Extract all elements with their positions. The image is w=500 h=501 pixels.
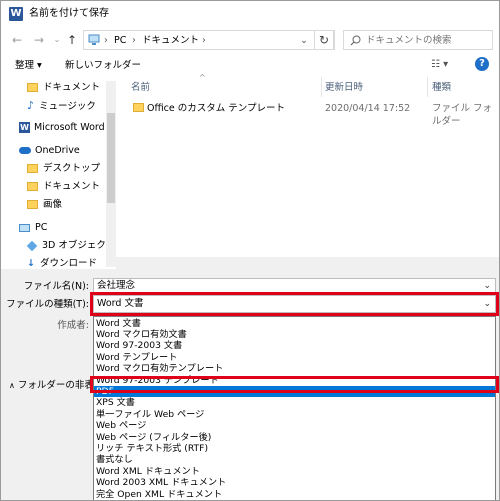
- folder-icon: [27, 182, 38, 191]
- file-row[interactable]: Office のカスタム テンプレート 2020/04/14 17:52 ファイ…: [122, 98, 499, 127]
- horizontal-scrollbar[interactable]: [116, 257, 499, 269]
- filetype-option[interactable]: 単一ファイル Web ページ: [94, 409, 495, 420]
- title-bar[interactable]: W 名前を付けて保存: [1, 1, 499, 27]
- filetype-highlight-frame: [90, 292, 499, 316]
- file-name: Office のカスタム テンプレート: [147, 103, 285, 114]
- help-icon[interactable]: ?: [475, 57, 489, 71]
- crumb-separator: ›: [104, 35, 108, 46]
- filename-label: ファイル名(N):: [23, 281, 89, 292]
- file-type: ファイル フォルダー: [432, 103, 493, 127]
- filetype-option[interactable]: Word テンプレート: [94, 352, 495, 363]
- filetype-option[interactable]: Word 97-2003 文書: [94, 340, 495, 351]
- new-folder-button[interactable]: 新しいフォルダー: [65, 59, 141, 72]
- column-header-name[interactable]: 名前: [131, 81, 150, 94]
- nav-item-documents[interactable]: ドキュメント: [27, 79, 100, 97]
- folder-icon: [133, 103, 144, 112]
- word-app-icon: W: [9, 7, 23, 21]
- filetype-option[interactable]: Word 文書: [94, 318, 495, 329]
- word-icon: W: [19, 122, 30, 133]
- search-box[interactable]: ドキュメントの検索: [343, 30, 493, 50]
- pc-icon: [88, 34, 100, 45]
- download-icon: ↓: [27, 258, 35, 269]
- nav-item-3d-objects[interactable]: 3D オブジェクト: [26, 237, 115, 255]
- filetype-label: ファイルの種類(T):: [6, 299, 89, 310]
- nav-item-microsoft-word[interactable]: W Microsoft Word: [19, 119, 105, 137]
- address-bar[interactable]: › PC › ドキュメント › ⌄: [83, 30, 335, 50]
- column-separator[interactable]: [427, 77, 428, 97]
- search-placeholder: ドキュメントの検索: [366, 35, 452, 46]
- filetype-option[interactable]: Word XML ドキュメント: [94, 466, 495, 477]
- window-title: 名前を付けて保存: [29, 8, 109, 19]
- nav-item-onedrive[interactable]: OneDrive: [19, 142, 80, 160]
- filetype-option[interactable]: Word マクロ有効テンプレート: [94, 363, 495, 374]
- back-arrow-icon[interactable]: ←: [9, 32, 25, 48]
- filetype-option[interactable]: リッチ テキスト形式 (RTF): [94, 443, 495, 454]
- chevron-down-icon[interactable]: ⌄: [483, 279, 491, 293]
- folder-icon: [27, 83, 38, 92]
- folder-icon: [27, 164, 38, 173]
- refresh-button[interactable]: ↻: [314, 30, 334, 50]
- up-arrow-icon[interactable]: ↑: [64, 32, 80, 48]
- nav-item-documents-onedrive[interactable]: ドキュメント: [27, 178, 100, 196]
- filetype-dropdown-list[interactable]: Word 文書 Word マクロ有効文書 Word 97-2003 文書 Word テ…: [93, 316, 496, 500]
- nav-item-desktop[interactable]: デスクトップ: [27, 160, 100, 178]
- pc-icon: [19, 223, 30, 232]
- crumb-separator: ›: [202, 35, 206, 46]
- filename-value: 会社理念: [97, 280, 136, 291]
- cloud-icon: [19, 147, 31, 154]
- organize-button[interactable]: 整理 ▾: [15, 59, 42, 72]
- filetype-option[interactable]: Word マクロ有効文書: [94, 329, 495, 340]
- pdf-highlight-frame: [90, 376, 499, 393]
- filetype-option[interactable]: 書式なし: [94, 454, 495, 465]
- crumb-separator: ›: [132, 35, 136, 46]
- view-options-icon[interactable]: ☷ ▾: [431, 59, 448, 70]
- nav-scrollbar-thumb[interactable]: [107, 113, 115, 203]
- crumb-documents[interactable]: ドキュメント: [142, 34, 199, 47]
- filetype-option[interactable]: XPS 文書: [94, 397, 495, 408]
- nav-item-pictures[interactable]: 画像: [27, 196, 62, 214]
- filetype-option[interactable]: Word 2003 XML ドキュメント: [94, 477, 495, 488]
- forward-arrow-icon[interactable]: →: [31, 32, 47, 48]
- save-as-dialog: W 名前を付けて保存 ← → ⌄ ↑ › PC › ドキュメント › ⌄ ↻ ド…: [0, 0, 500, 501]
- sort-arrow-icon: ^: [199, 73, 206, 82]
- nav-item-pc[interactable]: PC: [19, 219, 47, 237]
- cube-icon: [26, 240, 38, 251]
- author-label: 作成者:: [57, 320, 89, 331]
- crumb-pc[interactable]: PC: [114, 34, 126, 47]
- filetype-option[interactable]: Web ページ (フィルター後): [94, 432, 495, 443]
- recent-chevron-icon[interactable]: ⌄: [49, 32, 65, 48]
- column-header-type[interactable]: 種類: [432, 81, 451, 94]
- file-date: 2020/04/14 17:52: [325, 103, 411, 114]
- column-separator[interactable]: [321, 77, 322, 97]
- filetype-option[interactable]: 完全 Open XML ドキュメント: [94, 489, 495, 500]
- folder-icon: [27, 200, 38, 209]
- nav-item-music[interactable]: ♪ ミュージック: [27, 97, 96, 115]
- navigation-pane: ドキュメント ♪ ミュージック W Microsoft Word OneDrive …: [1, 79, 116, 269]
- music-icon: ♪: [27, 99, 35, 112]
- search-icon: [350, 35, 361, 46]
- filetype-option[interactable]: Web ページ: [94, 420, 495, 431]
- address-dropdown-icon[interactable]: ⌄: [300, 34, 308, 47]
- chevron-up-icon: ∧: [9, 381, 15, 390]
- column-header-date[interactable]: 更新日時: [325, 81, 363, 94]
